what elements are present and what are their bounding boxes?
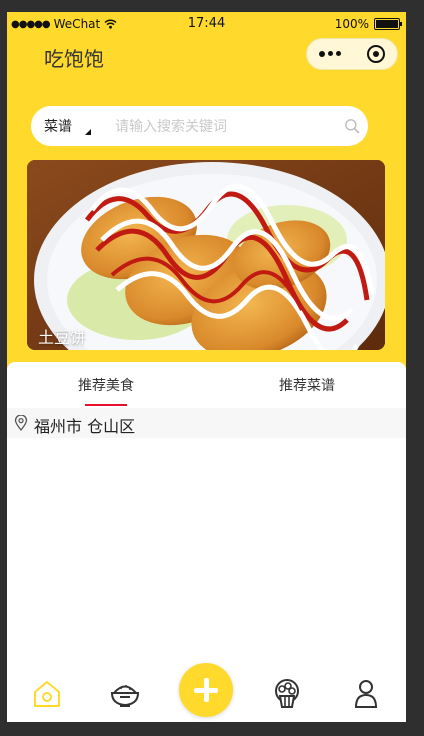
banner-food-image bbox=[27, 160, 385, 350]
banner-caption: 土豆饼 bbox=[38, 328, 87, 347]
phone-screen: ●●●●● WeChat 17:44 100% 吃饱饱 菜谱 请输入搜索关键词 … bbox=[7, 12, 406, 722]
bottom-tab-bar bbox=[7, 660, 406, 722]
status-right: 100% bbox=[334, 17, 402, 31]
battery-icon bbox=[374, 18, 402, 30]
status-bar: ●●●●● WeChat 17:44 100% bbox=[7, 12, 406, 36]
search-bar: 菜谱 bbox=[31, 106, 368, 146]
user-icon[interactable] bbox=[350, 678, 382, 710]
location-text: 福州市 仓山区 bbox=[34, 417, 136, 436]
content-panel: 推荐美食 推荐菜谱 福州市 仓山区 bbox=[7, 362, 406, 672]
tab-recommended-recipe[interactable]: 推荐菜谱 bbox=[247, 375, 367, 395]
header-background: ●●●●● WeChat 17:44 100% 吃饱饱 菜谱 请输入搜索关键词 … bbox=[7, 12, 406, 372]
content-tabs: 推荐美食 推荐菜谱 bbox=[7, 362, 406, 408]
dropdown-arrow-icon[interactable] bbox=[85, 129, 91, 135]
popcorn-icon[interactable] bbox=[271, 678, 303, 710]
active-tab-indicator bbox=[85, 404, 127, 406]
search-icon[interactable] bbox=[344, 118, 360, 134]
battery-percent: 100% bbox=[334, 17, 369, 31]
app-title: 吃饱饱 bbox=[44, 47, 104, 71]
close-target-icon[interactable] bbox=[367, 45, 385, 63]
location-pin-icon bbox=[14, 415, 28, 431]
miniprogram-capsule[interactable] bbox=[306, 38, 398, 70]
location-bar[interactable]: 福州市 仓山区 bbox=[7, 408, 406, 438]
more-icon[interactable] bbox=[319, 51, 341, 57]
home-icon[interactable] bbox=[31, 678, 63, 710]
rice-bowl-icon[interactable] bbox=[109, 678, 141, 710]
banner-carousel[interactable]: 土豆饼 bbox=[27, 160, 385, 350]
search-input[interactable] bbox=[113, 114, 337, 140]
search-category-select[interactable]: 菜谱 bbox=[44, 116, 72, 136]
tab-recommended-food[interactable]: 推荐美食 bbox=[46, 375, 166, 395]
add-icon[interactable] bbox=[179, 663, 233, 717]
